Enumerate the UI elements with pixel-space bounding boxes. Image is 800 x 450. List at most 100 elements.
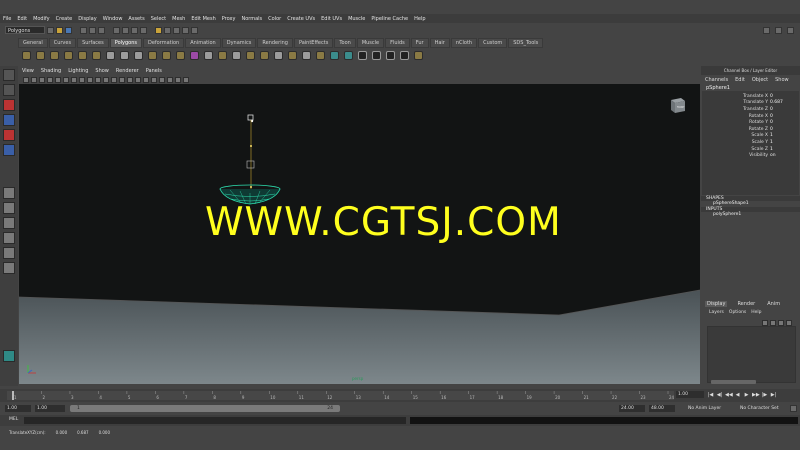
resolution-gate-icon[interactable] xyxy=(71,76,77,83)
construction-history-icon[interactable] xyxy=(155,26,162,34)
time-slider[interactable]: 1 2 3 4 5 6 7 8 9 10 11 12 13 14 15 16 17 18 19 20 21 22 23 24 … xyxy=(0,389,800,402)
menu-color[interactable]: Color xyxy=(268,16,281,22)
poly-torus-icon[interactable] xyxy=(92,51,101,60)
viewport-menu-renderer[interactable]: Renderer xyxy=(116,68,139,74)
playback-button-2[interactable]: ◀| xyxy=(716,391,723,399)
attr-value[interactable]: on xyxy=(770,153,776,158)
layer-menu-options[interactable]: Options xyxy=(729,310,746,315)
safe-title-icon[interactable] xyxy=(103,76,109,83)
playback-button-3[interactable]: ◀◀ xyxy=(725,391,733,399)
viewport[interactable]: FRONT WWW.CGTSJ.COM persp xyxy=(19,84,700,384)
menu-create-uvs[interactable]: Create UVs xyxy=(287,16,315,22)
poly-cylinder-icon[interactable] xyxy=(50,51,59,60)
image-plane-icon[interactable] xyxy=(47,76,53,83)
poly-prism-icon[interactable] xyxy=(106,51,115,60)
layout-hypershade-icon[interactable] xyxy=(3,247,15,259)
attr-row-visibility[interactable]: Visibility on xyxy=(702,152,799,159)
viewport-menu-lighting[interactable]: Lighting xyxy=(68,68,88,74)
rotate-tool-icon[interactable] xyxy=(3,129,15,141)
shelf-tab-hair[interactable]: Hair xyxy=(429,37,450,48)
shape-item[interactable]: pSphereShape1 xyxy=(701,201,800,206)
shelf-tab-toon[interactable]: Toon xyxy=(334,37,356,48)
new-layer-icon[interactable] xyxy=(778,320,784,326)
shelf-tab-polygons[interactable]: Polygons xyxy=(109,37,142,48)
menu-assets[interactable]: Assets xyxy=(128,16,144,22)
split-polygon-icon[interactable] xyxy=(246,51,255,60)
uv-checker-icon[interactable] xyxy=(372,51,381,60)
layout-four-icon[interactable] xyxy=(3,202,15,214)
sculpt-icon[interactable] xyxy=(316,51,325,60)
layer-scrollbar[interactable] xyxy=(711,380,756,384)
start-time-field[interactable]: 1.00 xyxy=(5,405,31,412)
use-all-lights-icon[interactable] xyxy=(143,76,149,83)
shadows-icon[interactable] xyxy=(151,76,157,83)
camera-select-icon[interactable] xyxy=(23,76,29,83)
command-input[interactable] xyxy=(24,417,406,424)
wireframe-icon[interactable] xyxy=(111,76,117,83)
input-item[interactable]: polySphere1 xyxy=(701,212,800,217)
snap-grid-icon[interactable] xyxy=(113,26,120,34)
attr-value[interactable]: 1 xyxy=(770,133,773,138)
menu-edit-uvs[interactable]: Edit UVs xyxy=(321,16,342,22)
viewport-menu-shading[interactable]: Shading xyxy=(41,68,61,74)
poly-cube-icon[interactable] xyxy=(36,51,45,60)
layer-menu-help[interactable]: Help xyxy=(751,310,761,315)
range-slider[interactable]: 1 24 xyxy=(70,405,340,412)
poly-plane-icon[interactable] xyxy=(78,51,87,60)
attr-row-scale-z[interactable]: Scale Z1 xyxy=(702,146,799,153)
menu-modify[interactable]: Modify xyxy=(33,16,50,22)
lasso-tool-icon[interactable] xyxy=(3,84,15,96)
high-quality-icon[interactable] xyxy=(183,76,189,83)
attr-row-translate-x[interactable]: Translate X0 xyxy=(702,93,799,100)
show-attribute-editor-icon[interactable] xyxy=(763,26,770,34)
insert-edge-loop-icon[interactable] xyxy=(260,51,269,60)
xray-icon[interactable] xyxy=(159,76,165,83)
shelf-tab-muscle[interactable]: Muscle xyxy=(356,37,385,48)
viewcube-icon[interactable]: FRONT xyxy=(668,94,688,114)
smooth-shade-icon[interactable] xyxy=(119,76,125,83)
render-settings-icon[interactable] xyxy=(191,26,198,34)
ipr-render-icon[interactable] xyxy=(182,26,189,34)
menu-normals[interactable]: Normals xyxy=(241,16,262,22)
xray-joints-icon[interactable] xyxy=(167,76,173,83)
menu-edit[interactable]: Edit xyxy=(17,16,27,22)
shelf-tab-sds-tools[interactable]: SDS_Tools xyxy=(508,37,544,48)
playback-button-6[interactable]: ▶▶ xyxy=(752,391,760,399)
menu-select[interactable]: Select xyxy=(151,16,166,22)
planar-mapping-icon[interactable] xyxy=(330,51,339,60)
select-tool-icon[interactable] xyxy=(3,69,15,81)
shelf-tab-fur[interactable]: Fur xyxy=(410,37,429,48)
uv-layout-icon[interactable] xyxy=(400,51,409,60)
cylindrical-mapping-icon[interactable] xyxy=(344,51,353,60)
attr-row-rotate-x[interactable]: Rotate X0 xyxy=(702,113,799,120)
shelf-tab-ncloth[interactable]: nCloth xyxy=(450,37,478,48)
menu-display[interactable]: Display xyxy=(78,16,96,22)
show-channel-box-icon[interactable] xyxy=(787,26,794,34)
select-component-icon[interactable] xyxy=(98,26,105,34)
save-scene-icon[interactable] xyxy=(65,26,72,34)
layout-render-icon[interactable] xyxy=(3,262,15,274)
bridge-icon[interactable] xyxy=(218,51,227,60)
bookmark-icon[interactable] xyxy=(39,76,45,83)
poly-pyramid-icon[interactable] xyxy=(120,51,129,60)
scale-tool-icon[interactable] xyxy=(3,144,15,156)
film-gate-icon[interactable] xyxy=(63,76,69,83)
layer-tab-display[interactable]: Display xyxy=(705,301,728,307)
shelf-tab-custom[interactable]: Custom xyxy=(478,37,508,48)
poly-sphere-icon[interactable] xyxy=(22,51,31,60)
move-tool-icon[interactable] xyxy=(3,114,15,126)
select-object-icon[interactable] xyxy=(89,26,96,34)
attr-row-rotate-z[interactable]: Rotate Z0 xyxy=(702,126,799,133)
attr-value[interactable]: 0 xyxy=(770,114,773,119)
shelf-tab-dynamics[interactable]: Dynamics xyxy=(221,37,257,48)
uv-editor-icon[interactable] xyxy=(386,51,395,60)
layout-outliner-icon[interactable] xyxy=(3,217,15,229)
soften-edge-icon[interactable] xyxy=(414,51,423,60)
channel-menu-channels[interactable]: Channels xyxy=(705,77,728,83)
shelf-tab-animation[interactable]: Animation xyxy=(185,37,221,48)
shelf-tab-painteffects[interactable]: PaintEffects xyxy=(293,37,334,48)
grid-toggle-icon[interactable] xyxy=(55,76,61,83)
attr-value[interactable]: 1 xyxy=(770,147,773,152)
snap-plane-icon[interactable] xyxy=(140,26,147,34)
current-frame-field[interactable]: 1.00 xyxy=(676,391,704,398)
